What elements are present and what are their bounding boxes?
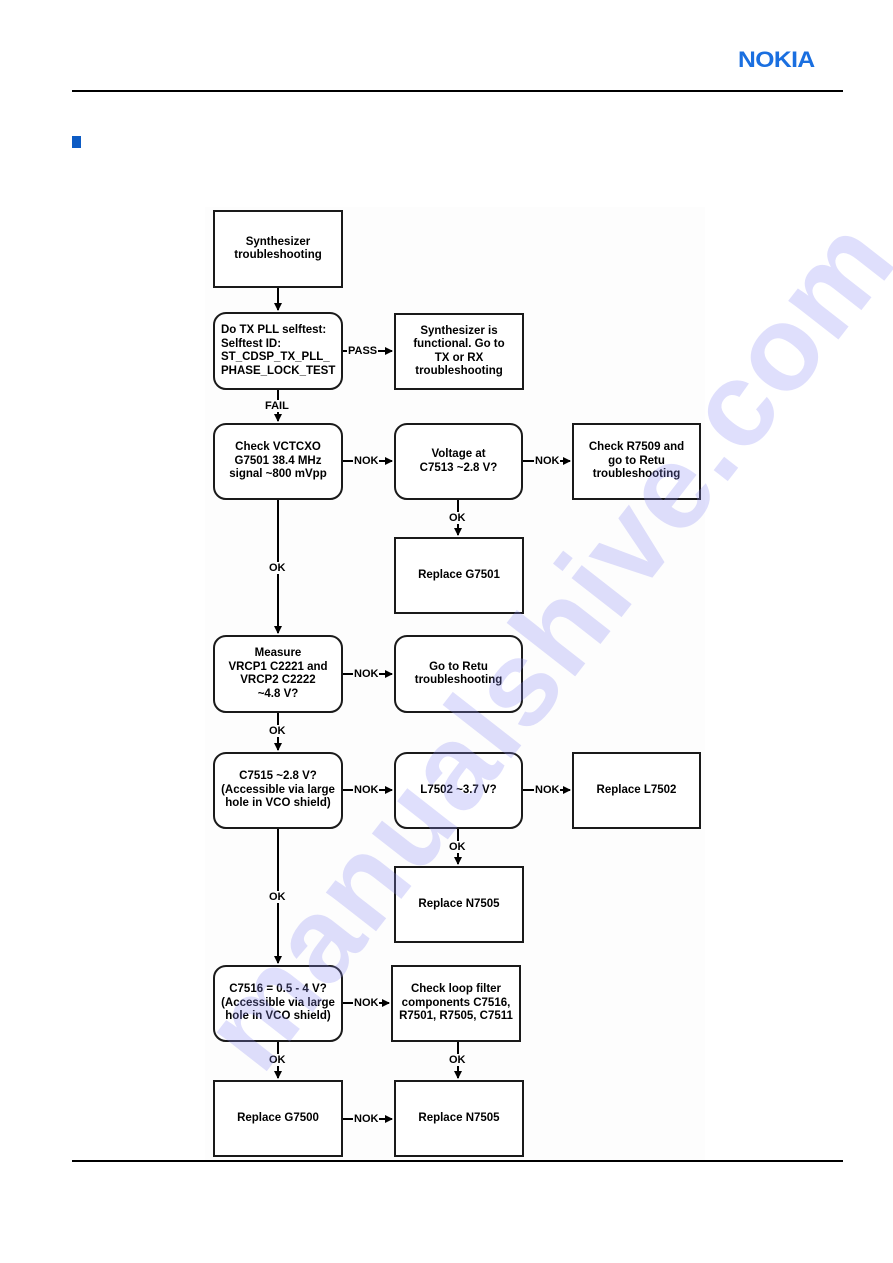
node-measure-vrcp: Measure VRCP1 C2221 and VRCP2 C2222 ~4.8… [213, 635, 343, 713]
edge-label-ok: OK [268, 1054, 287, 1066]
node-start: Synthesizer troubleshooting [213, 210, 343, 288]
node-replace-n7505-a: Replace N7505 [394, 866, 524, 943]
header-divider [72, 90, 843, 92]
edge-label-pass: PASS [347, 345, 379, 357]
node-c7516: C7516 = 0.5 - 4 V? (Accessible via large… [213, 965, 343, 1042]
edge-label-ok: OK [448, 841, 467, 853]
node-voltage-c7513: Voltage at C7513 ~2.8 V? [394, 423, 523, 500]
footer-divider [72, 1160, 843, 1162]
edge-label-nok: NOK [353, 455, 380, 467]
edge-label-nok: NOK [353, 668, 380, 680]
edge-label-ok: OK [448, 1054, 467, 1066]
node-check-r7509: Check R7509 and go to Retu troubleshooti… [572, 423, 701, 500]
edge-label-ok: OK [268, 725, 287, 737]
node-vctcxo: Check VCTCXO G7501 38.4 MHz signal ~800 … [213, 423, 343, 500]
edge-label-fail: FAIL [264, 400, 290, 412]
edge-label-ok: OK [448, 512, 467, 524]
node-replace-n7505-b: Replace N7505 [394, 1080, 524, 1157]
section-bullet-icon [72, 136, 81, 148]
nokia-logo: NOKIA [738, 47, 815, 72]
node-l7502: L7502 ~3.7 V? [394, 752, 523, 829]
node-replace-l7502: Replace L7502 [572, 752, 701, 829]
edge-label-nok: NOK [353, 784, 380, 796]
node-selftest: Do TX PLL selftest: Selftest ID: ST_CDSP… [213, 312, 343, 390]
edge-label-nok: NOK [353, 1113, 380, 1125]
edge-label-nok: NOK [534, 455, 561, 467]
node-c7515: C7515 ~2.8 V? (Accessible via large hole… [213, 752, 343, 829]
node-replace-g7501: Replace G7501 [394, 537, 524, 614]
node-loop-filter: Check loop filter components C7516, R750… [391, 965, 521, 1042]
edge-label-nok: NOK [353, 997, 380, 1009]
edge-label-ok: OK [268, 562, 287, 574]
node-replace-g7500: Replace G7500 [213, 1080, 343, 1157]
node-goto-retu: Go to Retu troubleshooting [394, 635, 523, 713]
node-functional: Synthesizer is functional. Go to TX or R… [394, 313, 524, 390]
edge-label-nok: NOK [534, 784, 561, 796]
edge-label-ok: OK [268, 891, 287, 903]
